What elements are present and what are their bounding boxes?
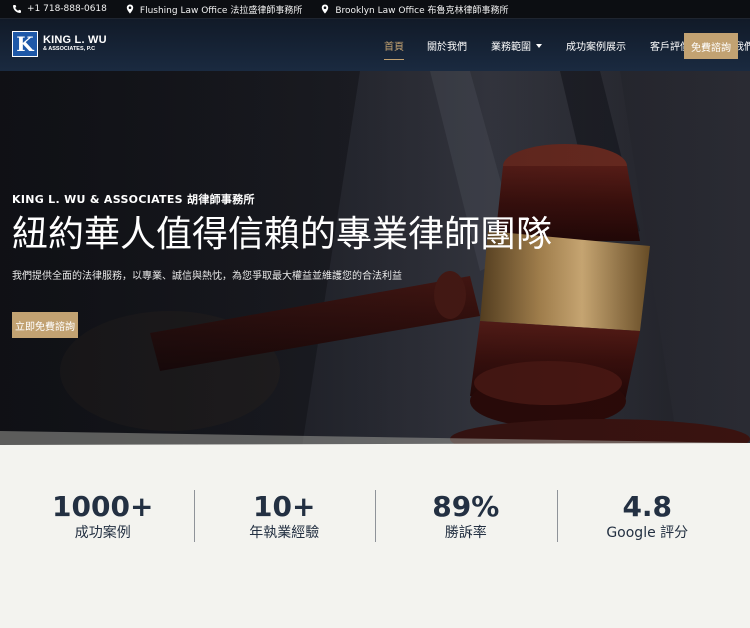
hero-subtitle: 我們提供全面的法律服務，以專業、誠信與熱忱，為您爭取最大權益並維護您的合法利益 (12, 271, 402, 282)
hero-gavel-image (0, 71, 750, 460)
hero-eyebrow: KING L. WU & ASSOCIATES 胡律師事務所 (12, 193, 255, 206)
site-header: K KING L. WU & ASSOCIATES, P.C 首頁 關於我們 業… (0, 19, 750, 71)
map-marker-icon (322, 4, 329, 14)
stat-value: 10+ (253, 490, 316, 523)
stat-value: 89% (432, 490, 500, 523)
hero-consultation-button[interactable]: 立即免費諮詢 (12, 312, 78, 338)
nav-home[interactable]: 首頁 (384, 38, 404, 60)
phone-icon (13, 5, 21, 13)
flushing-office-label: Flushing Law Office 法拉盛律師事務所 (139, 5, 303, 16)
logo-line-1: KING L. WU (43, 34, 107, 47)
free-consultation-button[interactable]: 免費諮詢 (684, 33, 738, 59)
site-logo[interactable]: K KING L. WU & ASSOCIATES, P.C (12, 31, 107, 57)
hero-section: KING L. WU & ASSOCIATES 胡律師事務所 紐約華人值得信賴的… (0, 71, 750, 460)
nav-home-label: 首頁 (384, 42, 404, 53)
stat-experience: 10+ 年執業經驗 (193, 490, 376, 542)
phone-number: +1 718-888-0618 (27, 4, 107, 14)
logo-k-mark: K (12, 31, 38, 57)
brooklyn-office-label: Brooklyn Law Office 布魯克林律師事務所 (335, 5, 509, 16)
stat-value: 4.8 (622, 490, 673, 523)
stats-section: 1000+ 成功案例 10+ 年執業經驗 89% 勝訴率 4.8 Google … (12, 490, 738, 542)
stat-label: 年執業經驗 (249, 525, 320, 541)
topbar-flushing-office[interactable]: Flushing Law Office 法拉盛律師事務所 (125, 3, 302, 16)
nav-practice-areas-label: 業務範圍 (491, 42, 531, 53)
logo-wordmark: KING L. WU & ASSOCIATES, P.C (43, 35, 107, 53)
nav-case-results[interactable]: 成功案例展示 (566, 38, 626, 53)
stat-label: 勝訴率 (444, 525, 487, 541)
nav-case-results-label: 成功案例展示 (566, 42, 626, 53)
stat-label: 成功案例 (74, 525, 131, 541)
hero-title: 紐約華人值得信賴的專業律師團隊 (12, 214, 553, 255)
stat-win-rate: 89% 勝訴率 (375, 490, 557, 542)
nav-about[interactable]: 關於我們 (427, 38, 467, 53)
stat-cases: 1000+ 成功案例 (12, 490, 194, 542)
logo-line-2: & ASSOCIATES, P.C (43, 46, 96, 53)
nav-practice-areas[interactable]: 業務範圍 (491, 38, 542, 53)
map-marker-icon (126, 4, 134, 14)
chevron-down-icon[interactable] (536, 43, 542, 48)
stat-label: Google 評分 (606, 525, 689, 541)
stat-google-rating: 4.8 Google 評分 (556, 490, 739, 542)
stat-value: 1000+ (52, 490, 154, 523)
nav-about-label: 關於我們 (427, 42, 467, 53)
topbar-brooklyn-office[interactable]: Brooklyn Law Office 布魯克林律師事務所 (320, 3, 509, 16)
top-contact-bar: +1 718-888-0618 Flushing Law Office 法拉盛律… (0, 0, 750, 19)
topbar-phone[interactable]: +1 718-888-0618 (12, 4, 107, 14)
